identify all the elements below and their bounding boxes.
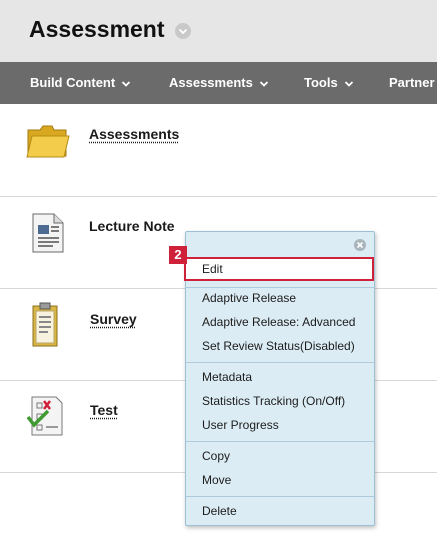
menu-item-metadata[interactable]: Metadata bbox=[202, 370, 252, 384]
toolbar-build-content-label: Build Content bbox=[30, 75, 116, 90]
survey-icon bbox=[32, 302, 58, 353]
page-title-options-chevron-icon[interactable] bbox=[175, 23, 191, 39]
toolbar-tools-menu[interactable]: Tools bbox=[304, 62, 354, 104]
toolbar-assessments-label: Assessments bbox=[169, 75, 253, 90]
folder-icon bbox=[26, 124, 70, 165]
content-item-title[interactable]: Lecture Note bbox=[89, 218, 175, 234]
toolbar-build-content-menu[interactable]: Build Content bbox=[30, 62, 131, 104]
page-header: Assessment bbox=[0, 0, 437, 62]
menu-item-adaptive-release[interactable]: Adaptive Release bbox=[202, 291, 296, 305]
menu-item-set-review-status[interactable]: Set Review Status(Disabled) bbox=[202, 339, 355, 353]
menu-item-adaptive-release-advanced[interactable]: Adaptive Release: Advanced bbox=[202, 315, 355, 329]
menu-divider bbox=[186, 496, 374, 497]
content-item-title[interactable]: Survey bbox=[90, 311, 137, 327]
menu-item-copy[interactable]: Copy bbox=[202, 449, 230, 463]
menu-divider bbox=[186, 362, 374, 363]
toolbar-partner-menu[interactable]: Partner bbox=[389, 62, 435, 104]
step-number-badge: 2 bbox=[169, 246, 187, 264]
menu-item-move[interactable]: Move bbox=[202, 473, 231, 487]
chevron-down-icon bbox=[344, 79, 354, 89]
menu-item-user-progress[interactable]: User Progress bbox=[202, 418, 279, 432]
test-icon bbox=[26, 395, 66, 442]
page-title: Assessment bbox=[29, 16, 165, 42]
content-item-assessments: Assessments bbox=[0, 104, 437, 197]
toolbar-partner-label: Partner bbox=[389, 75, 435, 90]
toolbar-tools-label: Tools bbox=[304, 75, 338, 90]
content-item-title[interactable]: Test bbox=[90, 402, 118, 418]
chevron-down-icon bbox=[259, 79, 269, 89]
course-toolbar: Build Content Assessments Tools Partner bbox=[0, 62, 437, 104]
context-menu: Edit Adaptive Release Adaptive Release: … bbox=[184, 231, 375, 526]
menu-divider bbox=[186, 441, 374, 442]
menu-item-statistics-tracking[interactable]: Statistics Tracking (On/Off) bbox=[202, 394, 345, 408]
toolbar-assessments-menu[interactable]: Assessments bbox=[169, 62, 269, 104]
content-item-title[interactable]: Assessments bbox=[89, 126, 179, 142]
close-icon[interactable] bbox=[354, 239, 366, 251]
document-icon bbox=[32, 213, 64, 258]
menu-item-edit[interactable]: Edit bbox=[202, 262, 223, 276]
menu-divider bbox=[186, 287, 374, 288]
edit-menu-item-highlight[interactable]: Edit bbox=[184, 257, 374, 281]
chevron-down-icon bbox=[121, 79, 131, 89]
menu-item-delete[interactable]: Delete bbox=[202, 504, 237, 518]
